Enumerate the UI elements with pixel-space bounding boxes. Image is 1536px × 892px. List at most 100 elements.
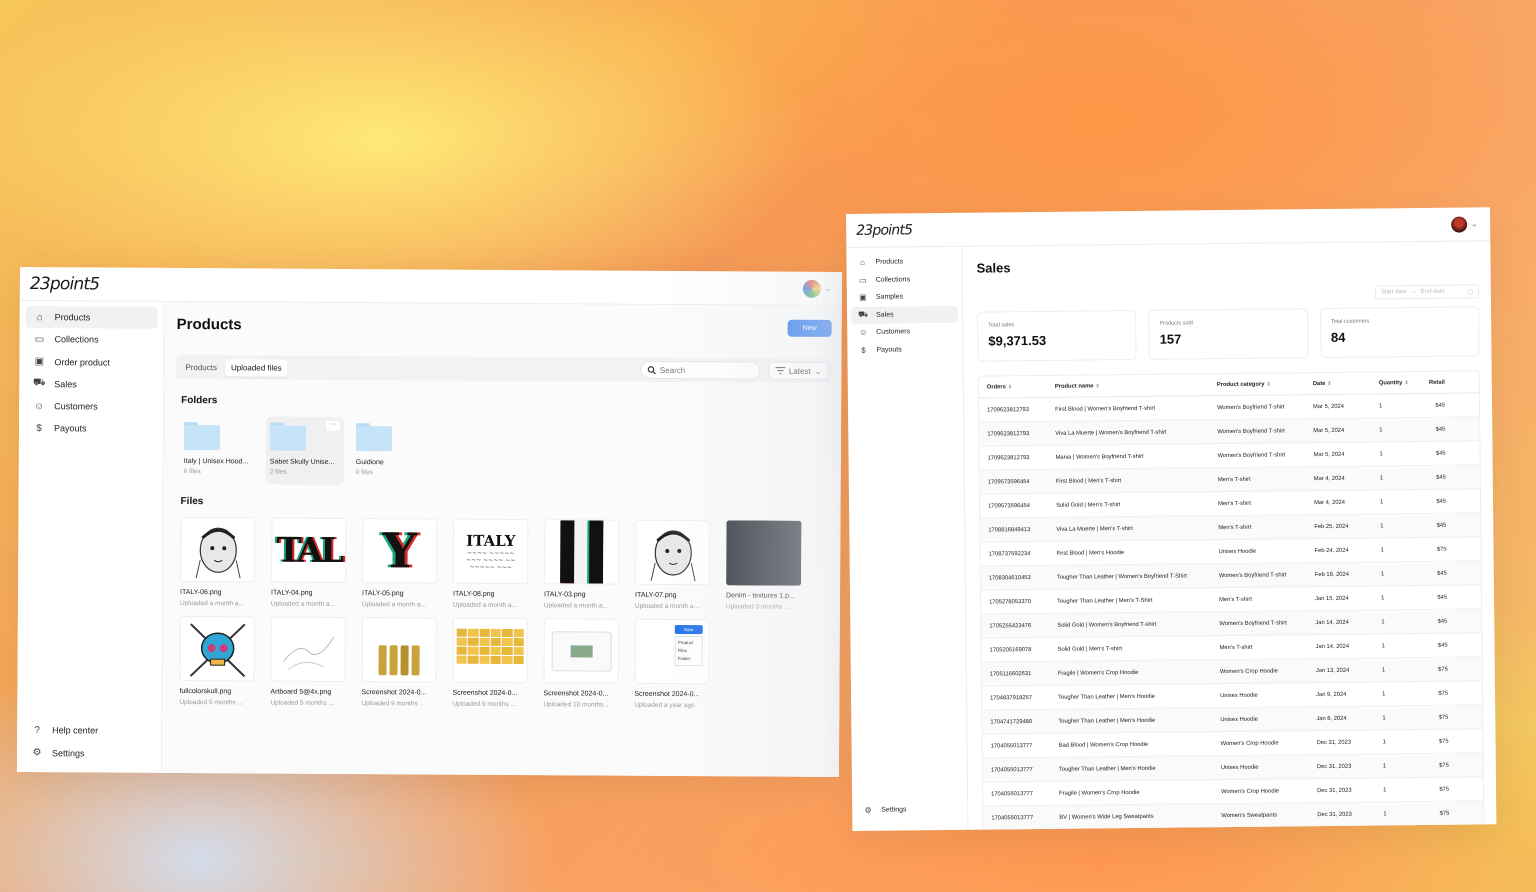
files-heading: Files: [180, 495, 204, 508]
box-icon: ▣: [34, 356, 45, 368]
file-thumbnail[interactable]: [635, 519, 711, 586]
folder-card[interactable]: Italy | Unisex Hood... 6 files: [180, 416, 258, 484]
sidebar-item-customers[interactable]: ☺ Customers: [25, 395, 157, 418]
table-cell: 1: [1380, 570, 1385, 577]
file-card[interactable]: ITALY-07.png Uploaded a month a...: [635, 519, 718, 610]
app-logo[interactable]: 23point5: [856, 222, 912, 239]
file-thumbnail[interactable]: New Product Files Folder: [634, 618, 710, 685]
tab-products[interactable]: Products: [179, 358, 223, 375]
column-header-retail[interactable]: Retail: [1415, 379, 1445, 385]
sort-icon[interactable]: ⇕: [1404, 380, 1408, 386]
table-cell: Unisex Hoodie: [1220, 764, 1259, 771]
dollar-icon: $: [36, 423, 42, 435]
file-card[interactable]: ITALY ~~~~ ~~~~~ ~~~ ~~~~ ~~ ~~~~~ ~~~ ITALY…: [453, 518, 536, 609]
calendar-icon: ▢: [1467, 288, 1473, 295]
new-button[interactable]: New: [787, 319, 832, 337]
stats-row: Total sales $9,371.53 Products sold 157 Tota…: [977, 306, 1480, 362]
table-cell: $75: [1439, 762, 1449, 769]
file-card[interactable]: fullcolorskull.png Uploaded 5 months ...: [179, 615, 262, 706]
column-header-date[interactable]: Date ⇕: [1305, 380, 1371, 387]
file-name: Denim - textures 1.p...: [725, 592, 795, 600]
avatar[interactable]: [1451, 215, 1468, 233]
table-cell: 1: [1379, 426, 1383, 433]
sidebar-item-label: Collections: [54, 334, 99, 345]
folder-card[interactable]: ··· Sabet Skully Unise... 2 files: [265, 416, 345, 485]
column-header-orders[interactable]: Orders ⇕: [979, 383, 1047, 390]
file-card[interactable]: Screenshot 2024-0... Uploaded 10 months..…: [543, 618, 626, 709]
column-header-quantity[interactable]: Quantity ⇕: [1371, 380, 1415, 386]
sort-dropdown[interactable]: Latest ⌄: [767, 361, 829, 380]
sidebar-item-payouts[interactable]: $ Payouts: [851, 340, 958, 359]
table-row[interactable]: 1704055013777 BV | Women's Wide Leg Sweat…: [983, 801, 1484, 831]
column-header-product-name[interactable]: Product name ⇕: [1047, 382, 1209, 390]
file-thumbnail[interactable]: TAL: [271, 517, 347, 583]
file-card[interactable]: ITALY-03.png Uploaded a month a...: [544, 519, 627, 610]
sort-icon[interactable]: ⇕: [1327, 380, 1331, 386]
sort-icon[interactable]: ⇕: [1266, 381, 1270, 387]
folder-icon: [183, 422, 221, 451]
account-menu[interactable]: ⌄: [803, 279, 832, 298]
start-date-field[interactable]: Start date: [1381, 289, 1407, 295]
sidebar-item-label: Customers: [54, 401, 98, 412]
file-thumbnail[interactable]: [452, 617, 528, 684]
file-thumbnail[interactable]: [726, 520, 802, 586]
sidebar-item-payouts[interactable]: $ Payouts: [25, 418, 157, 441]
sort-icon[interactable]: ⇕: [1095, 383, 1099, 389]
table-cell: $75: [1439, 786, 1450, 793]
file-thumbnail[interactable]: [544, 519, 620, 585]
file-thumbnail[interactable]: Y: [362, 518, 438, 584]
collections-icon: ▭: [858, 275, 867, 285]
search-field[interactable]: [639, 360, 760, 380]
sidebar-item-collections[interactable]: ▭ Collections: [851, 270, 958, 289]
file-card[interactable]: Artboard 5@4x.png Uploaded 5 months ...: [270, 616, 353, 707]
sidebar-item-products[interactable]: ⌂ Products: [25, 306, 158, 329]
file-thumbnail[interactable]: [180, 516, 256, 583]
sidebar-item-collections[interactable]: ▭ Collections: [25, 328, 157, 351]
file-name: Screenshot 2024-0...: [634, 690, 700, 699]
file-thumbnail[interactable]: ITALY ~~~~ ~~~~~ ~~~ ~~~~ ~~ ~~~~~ ~~~: [453, 518, 529, 585]
search-input[interactable]: [659, 365, 750, 375]
table-cell: Mar 5, 2024: [1313, 427, 1345, 434]
tab-uploaded-files[interactable]: Uploaded files: [224, 358, 288, 377]
file-thumbnail[interactable]: [179, 615, 255, 682]
sidebar-item-samples[interactable]: ▣ Samples: [851, 288, 958, 307]
file-card[interactable]: Y ITALY-05.png Uploaded a month a...: [362, 518, 445, 608]
stat-card-products-sold: Products sold 157: [1148, 308, 1309, 360]
file-card[interactable]: ITALY-06.png Uploaded a month a...: [180, 516, 263, 607]
file-thumbnail[interactable]: [361, 617, 437, 683]
stat-label: Total sales: [988, 322, 1015, 329]
avatar[interactable]: [803, 279, 822, 298]
table-cell: Tougher Than Leather | Men's Hoodie: [1058, 717, 1156, 725]
column-header-product-category[interactable]: Product category ⇕: [1209, 381, 1305, 388]
file-card[interactable]: Screenshot 2024-0... Uploaded 9 months ..…: [361, 617, 444, 707]
more-options-icon[interactable]: ···: [326, 420, 341, 431]
sidebar-item-customers[interactable]: ☺ Customers: [851, 323, 958, 342]
sort-icon[interactable]: ⇕: [1008, 384, 1012, 390]
folder-icon: ▭: [34, 333, 45, 345]
sidebar-item-settings[interactable]: ⚙ Settings: [23, 742, 155, 765]
sidebar-item-order-product[interactable]: ▣ Order product: [25, 351, 157, 374]
file-card[interactable]: New Product Files Folder Screenshot 2024-0..…: [634, 618, 717, 709]
sidebar-item-sales[interactable]: ⛟ Sales: [850, 305, 959, 324]
table-cell: 1705255423476: [989, 622, 1032, 630]
file-card[interactable]: TAL ITALY-04.png Uploaded a month a...: [271, 517, 354, 608]
date-range-picker[interactable]: Start date → End date ▢: [1374, 284, 1479, 300]
table-cell: $45: [1437, 642, 1448, 649]
sidebar-item-settings[interactable]: ⚙ Settings: [856, 800, 963, 819]
page-title: Products: [176, 315, 242, 334]
file-thumbnail[interactable]: [543, 618, 619, 684]
sidebar-item-help-center[interactable]: ? Help center: [23, 719, 155, 742]
sidebar-item-sales[interactable]: ⛟ Sales: [25, 373, 157, 396]
folder-card[interactable]: Guidione 0 files: [352, 417, 430, 485]
end-date-field[interactable]: End date: [1421, 289, 1445, 295]
file-name: ITALY-05.png: [361, 590, 404, 598]
account-menu[interactable]: ⌄: [1451, 215, 1479, 233]
file-name: Screenshot 2024-0...: [361, 689, 427, 697]
file-card[interactable]: Screenshot 2024-0... Uploaded 9 months ..…: [452, 617, 535, 708]
app-logo[interactable]: 23point5: [30, 274, 100, 294]
sidebar-item-products[interactable]: ⌂ Products: [850, 253, 957, 272]
table-cell: $45: [1437, 618, 1448, 625]
filter-icon: [774, 367, 785, 375]
file-card[interactable]: Denim - textures 1.p... Uploaded 3 months…: [725, 520, 809, 611]
file-thumbnail[interactable]: [270, 616, 346, 682]
